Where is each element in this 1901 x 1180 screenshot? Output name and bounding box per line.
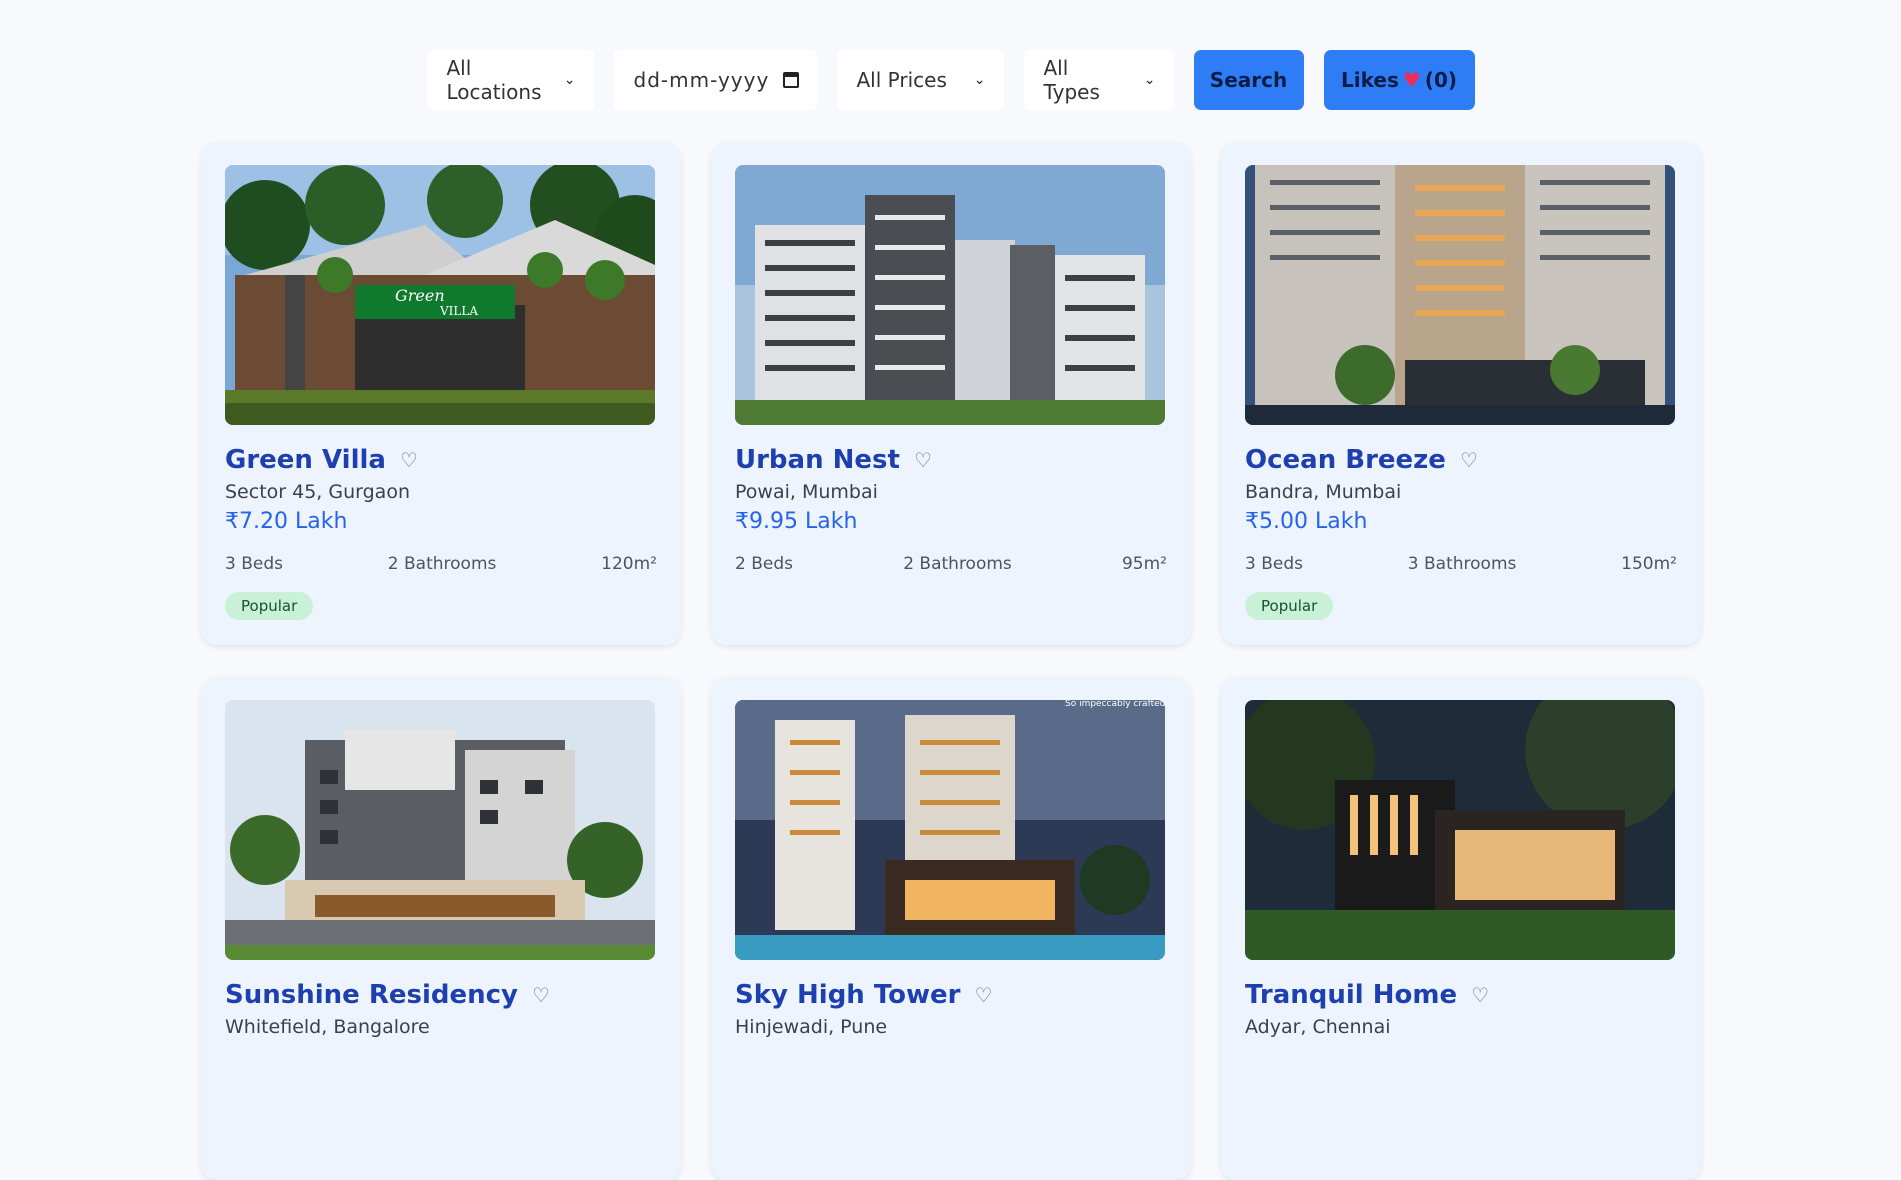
title-row: Tranquil Home ♡ (1245, 980, 1677, 1010)
title-row: Urban Nest ♡ (735, 445, 1167, 475)
property-specs: 2 Beds 2 Bathrooms 95m² (735, 554, 1167, 574)
property-price: ₹5.00 Lakh (1245, 509, 1368, 534)
location-select-value: All Locations (446, 56, 542, 104)
property-title[interactable]: Urban Nest (735, 445, 900, 475)
date-input[interactable]: dd-mm-yyyy (613, 50, 817, 110)
chevron-down-icon: ⌄ (563, 72, 576, 88)
area-size: 150m² (1621, 554, 1677, 574)
popular-badge: Popular (1245, 592, 1334, 620)
green-villa-sign-subtext: VILLA (439, 304, 478, 318)
property-card[interactable]: Ocean Breeze ♡ Bandra, Mumbai ₹5.00 Lakh… (1221, 142, 1701, 645)
search-button[interactable]: Search (1193, 50, 1304, 110)
property-card[interactable]: Sunshine Residency ♡ Whitefield, Bangalo… (201, 677, 681, 1180)
date-input-placeholder: dd-mm-yyyy (633, 68, 770, 92)
chevron-down-icon: ⌄ (1143, 72, 1156, 88)
price-select[interactable]: All Prices ⌄ (836, 50, 1004, 110)
likes-button[interactable]: Likes ♥ (0) (1323, 50, 1475, 110)
baths-count: 2 Bathrooms (387, 554, 497, 574)
property-title[interactable]: Green Villa (225, 445, 386, 475)
property-specs: 3 Beds 2 Bathrooms 120m² (225, 554, 657, 574)
property-title[interactable]: Sky High Tower (735, 980, 960, 1010)
property-price: ₹9.95 Lakh (735, 509, 858, 534)
price-select-value: All Prices (856, 68, 947, 92)
filter-bar: All Locations ⌄ dd-mm-yyyy All Prices ⌄ … (0, 50, 1901, 110)
property-image-urban-nest[interactable] (735, 165, 1165, 425)
property-card[interactable]: So impeccably crafted Sky High Tower ♡ H… (711, 677, 1191, 1180)
beds-count: 2 Beds (735, 554, 793, 574)
property-location: Sector 45, Gurgaon (225, 481, 410, 503)
property-location: Hinjewadi, Pune (735, 1016, 888, 1038)
heart-icon: ♥ (1402, 68, 1421, 92)
area-size: 120m² (601, 554, 657, 574)
property-location: Bandra, Mumbai (1245, 481, 1402, 503)
property-card[interactable]: Green VILLA Green Villa ♡ Sector 45, Gur… (201, 142, 681, 645)
location-select[interactable]: All Locations ⌄ (426, 50, 594, 110)
property-image-green-villa[interactable]: Green VILLA (225, 165, 655, 425)
heart-outline-icon[interactable]: ♡ (914, 448, 932, 472)
calendar-icon[interactable] (782, 72, 799, 88)
property-card[interactable]: Tranquil Home ♡ Adyar, Chennai (1221, 677, 1701, 1180)
heart-outline-icon[interactable]: ♡ (1460, 448, 1478, 472)
sky-high-caption: So impeccably crafted (1065, 700, 1165, 709)
type-select-value: All Types (1043, 56, 1100, 104)
heart-outline-icon[interactable]: ♡ (532, 983, 550, 1007)
property-image-sunshine-residency[interactable] (225, 700, 655, 960)
property-location: Adyar, Chennai (1245, 1016, 1391, 1038)
beds-count: 3 Beds (1245, 554, 1303, 574)
baths-count: 2 Bathrooms (903, 554, 1012, 574)
property-price: ₹7.20 Lakh (225, 509, 348, 534)
baths-count: 3 Bathrooms (1407, 554, 1517, 574)
property-grid: Green VILLA Green Villa ♡ Sector 45, Gur… (201, 142, 1701, 1180)
title-row: Sky High Tower ♡ (735, 980, 1167, 1010)
chevron-down-icon: ⌄ (973, 72, 986, 88)
property-image-sky-high-tower[interactable]: So impeccably crafted (735, 700, 1165, 960)
property-location: Powai, Mumbai (735, 481, 878, 503)
property-title[interactable]: Sunshine Residency (225, 980, 518, 1010)
search-button-label: Search (1209, 68, 1288, 92)
popular-badge: Popular (225, 592, 314, 620)
property-specs: 3 Beds 3 Bathrooms 150m² (1245, 554, 1677, 574)
property-location: Whitefield, Bangalore (225, 1016, 430, 1038)
green-villa-sign-text: Green (395, 286, 445, 305)
property-title[interactable]: Ocean Breeze (1245, 445, 1446, 475)
title-row: Ocean Breeze ♡ (1245, 445, 1677, 475)
property-card[interactable]: Urban Nest ♡ Powai, Mumbai ₹9.95 Lakh 2 … (711, 142, 1191, 645)
likes-button-label: Likes (1341, 68, 1399, 92)
likes-count: (0) (1424, 68, 1457, 92)
property-title[interactable]: Tranquil Home (1245, 980, 1457, 1010)
title-row: Sunshine Residency ♡ (225, 980, 657, 1010)
property-image-tranquil-home[interactable] (1245, 700, 1675, 960)
heart-outline-icon[interactable]: ♡ (974, 983, 992, 1007)
area-size: 95m² (1121, 554, 1167, 574)
heart-outline-icon[interactable]: ♡ (1471, 983, 1489, 1007)
property-image-ocean-breeze[interactable] (1245, 165, 1675, 425)
beds-count: 3 Beds (225, 554, 283, 574)
heart-outline-icon[interactable]: ♡ (400, 448, 418, 472)
title-row: Green Villa ♡ (225, 445, 657, 475)
type-select[interactable]: All Types ⌄ (1023, 50, 1174, 110)
